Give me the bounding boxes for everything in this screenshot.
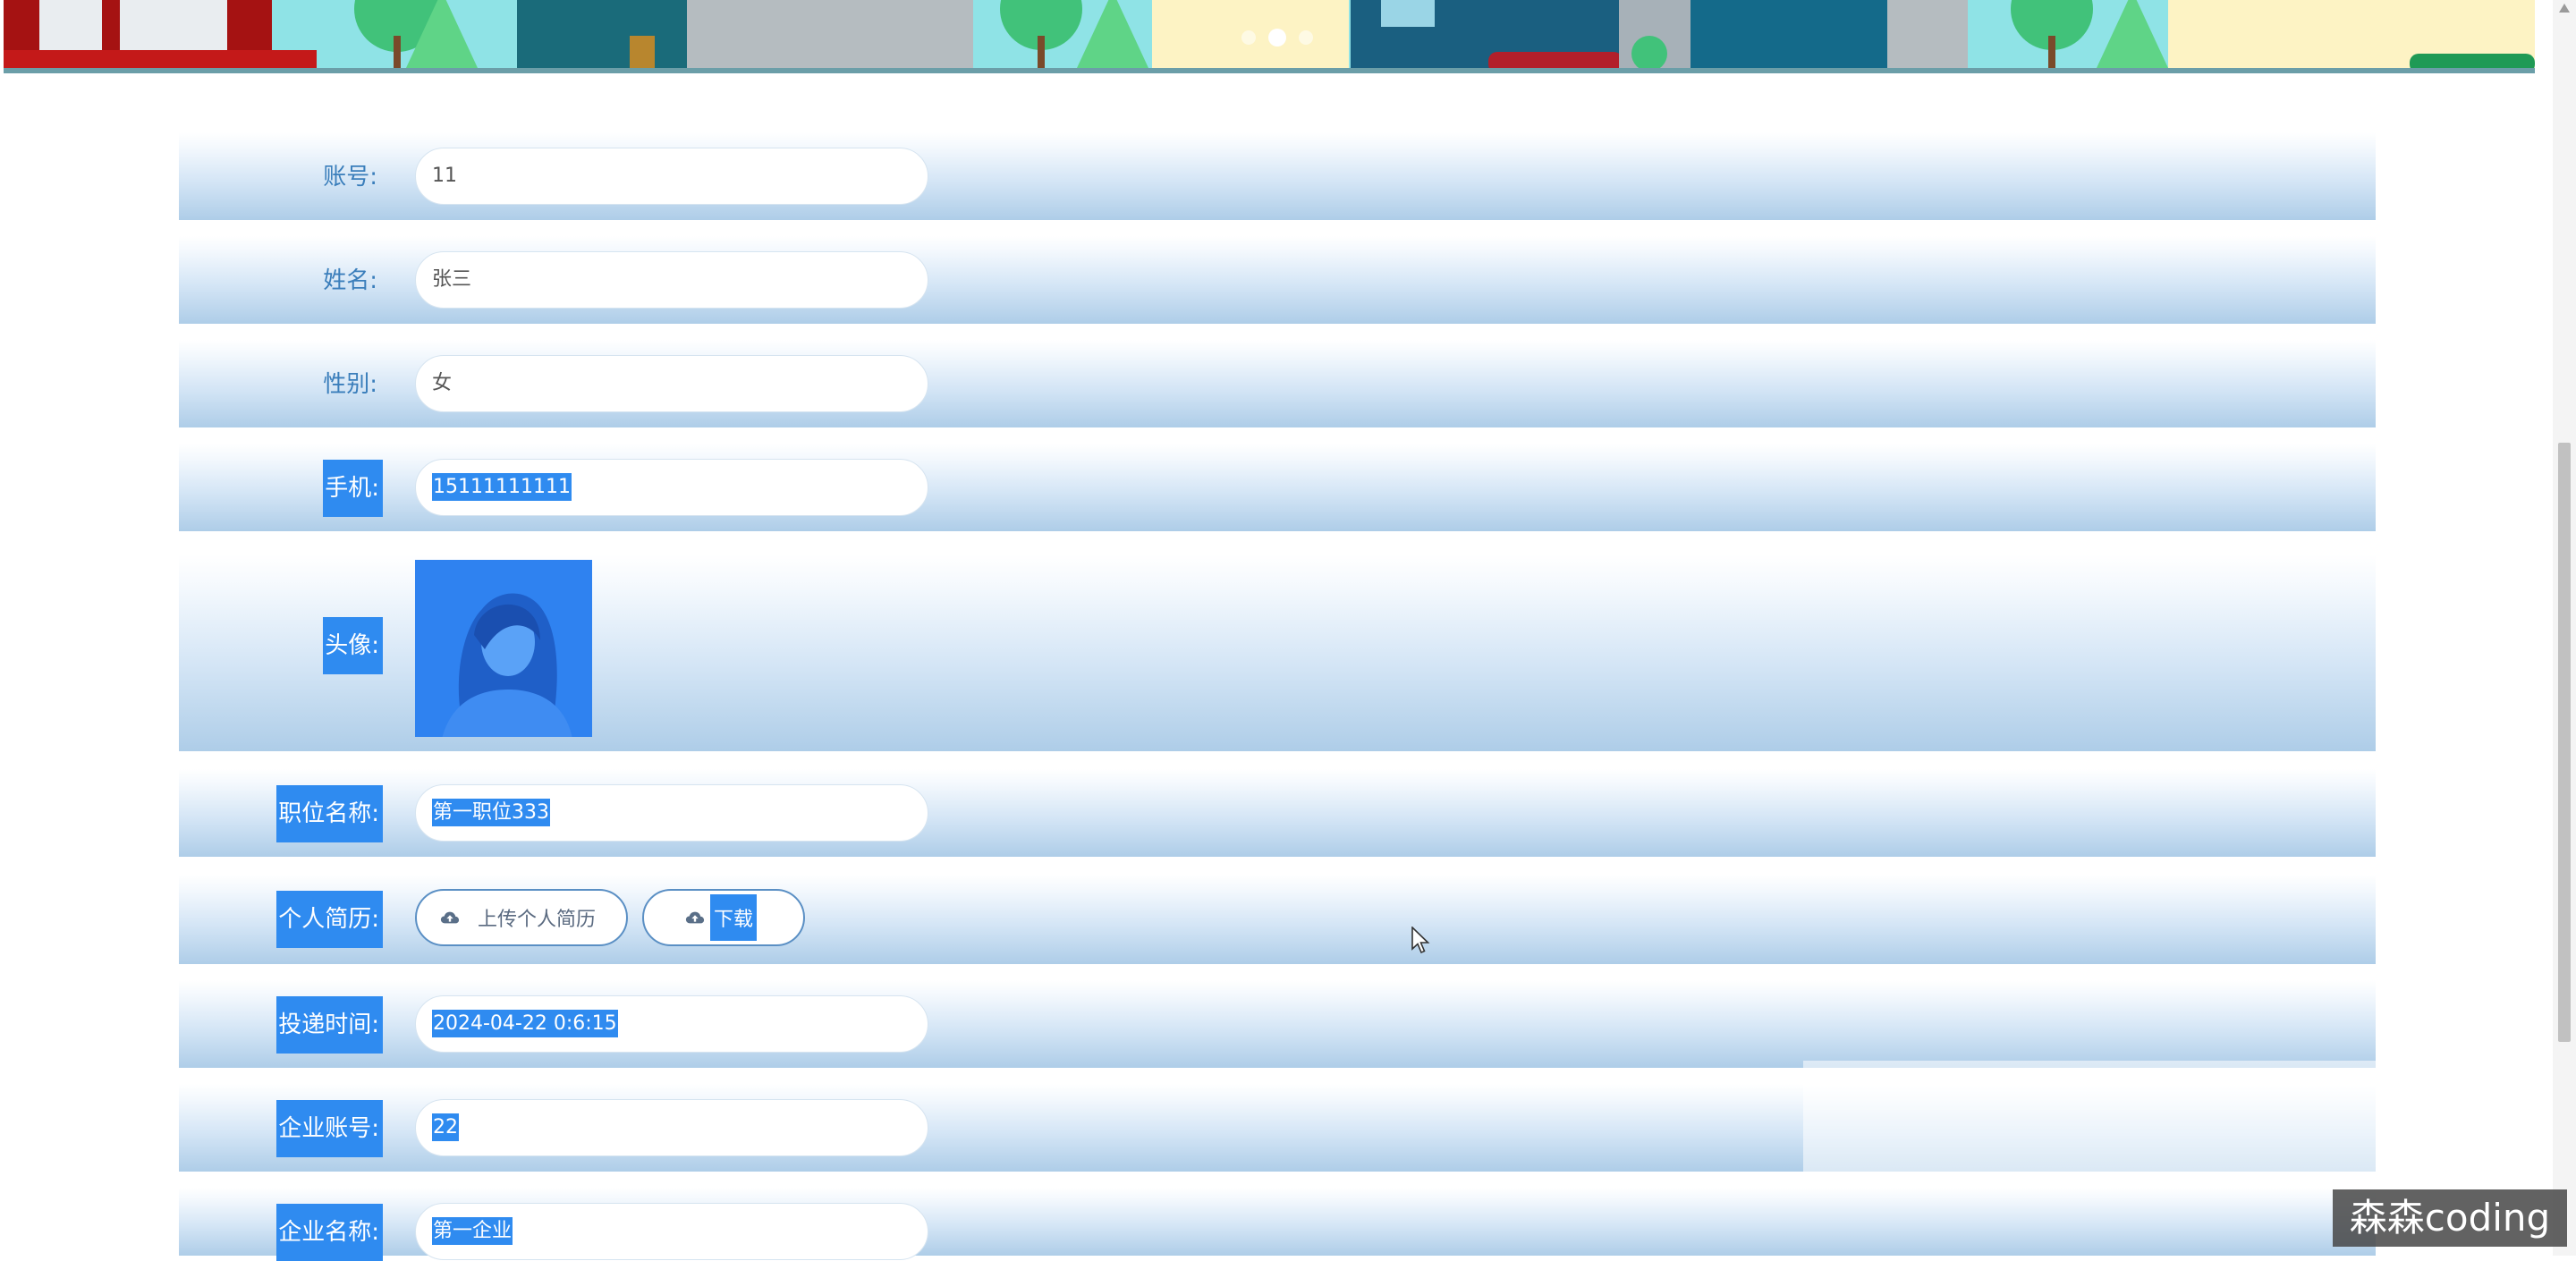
form-row-company-name: 企业名称: 第一企业 xyxy=(179,1188,2376,1261)
phone-label: 手机: xyxy=(323,460,383,517)
account-label: 账号: xyxy=(323,164,377,190)
company-name-label: 企业名称: xyxy=(276,1204,383,1261)
overlay-fade xyxy=(1803,1061,2376,1186)
form-row-phone: 手机: 15111111111 xyxy=(179,444,2376,531)
banner-carousel[interactable] xyxy=(4,0,2535,73)
form-row-account: 账号: 11 xyxy=(179,132,2376,220)
name-value: 张三 xyxy=(432,268,472,291)
mouse-cursor-icon xyxy=(1411,927,1430,954)
download-resume-label: 下载 xyxy=(710,894,758,941)
avatar-label: 头像: xyxy=(323,617,383,674)
company-account-label: 企业账号: xyxy=(276,1100,383,1157)
scroll-up-icon[interactable] xyxy=(2559,4,2570,13)
upload-resume-button[interactable]: 上传个人简历 xyxy=(415,889,628,946)
company-account-input[interactable]: 22 xyxy=(415,1099,928,1156)
carousel-dot-1[interactable] xyxy=(1241,30,1256,45)
name-label: 姓名: xyxy=(323,267,377,294)
scrollbar-thumb[interactable] xyxy=(2558,443,2571,1042)
form-row-resume: 个人简历: 上传个人简历 下载 xyxy=(179,875,2376,964)
name-input[interactable]: 张三 xyxy=(415,251,928,309)
submit-time-label: 投递时间: xyxy=(276,996,383,1054)
form-row-avatar: 头像: xyxy=(179,554,2376,751)
form-row-gender: 性别: 女 xyxy=(179,340,2376,427)
upload-resume-label: 上传个人简历 xyxy=(478,909,597,931)
banner-ground xyxy=(4,68,2535,73)
position-name-label: 职位名称: xyxy=(276,785,383,842)
avatar-portrait-icon xyxy=(415,560,592,737)
download-resume-button[interactable]: 下载 xyxy=(642,889,805,946)
cloud-upload-icon xyxy=(440,911,460,924)
account-input[interactable]: 11 xyxy=(415,148,928,205)
company-account-value: 22 xyxy=(432,1113,459,1141)
submit-time-input[interactable]: 2024-04-22 0:6:15 xyxy=(415,995,928,1053)
carousel-dot-2[interactable] xyxy=(1268,29,1286,47)
watermark: 森森coding xyxy=(2333,1189,2567,1247)
submit-time-value: 2024-04-22 0:6:15 xyxy=(432,1010,618,1037)
phone-input[interactable]: 15111111111 xyxy=(415,459,928,516)
form-row-name: 姓名: 张三 xyxy=(179,236,2376,324)
position-name-value: 第一职位333 xyxy=(432,799,550,826)
phone-value: 15111111111 xyxy=(432,473,572,501)
resume-label: 个人简历: xyxy=(276,891,383,948)
form-row-submit-time: 投递时间: 2024-04-22 0:6:15 xyxy=(179,980,2376,1068)
company-name-value: 第一企业 xyxy=(432,1217,513,1245)
gender-label: 性别: xyxy=(323,371,377,398)
company-name-input[interactable]: 第一企业 xyxy=(415,1203,928,1260)
carousel-dot-3[interactable] xyxy=(1299,30,1313,45)
vertical-scrollbar[interactable] xyxy=(2553,0,2576,1256)
position-name-input[interactable]: 第一职位333 xyxy=(415,784,928,842)
gender-input[interactable]: 女 xyxy=(415,355,928,412)
form-row-position-name: 职位名称: 第一职位333 xyxy=(179,769,2376,857)
cloud-download-icon xyxy=(685,911,705,924)
carousel-indicators xyxy=(1241,29,1313,47)
account-value: 11 xyxy=(432,165,457,187)
avatar-image[interactable] xyxy=(415,560,592,737)
gender-value: 女 xyxy=(432,372,453,394)
